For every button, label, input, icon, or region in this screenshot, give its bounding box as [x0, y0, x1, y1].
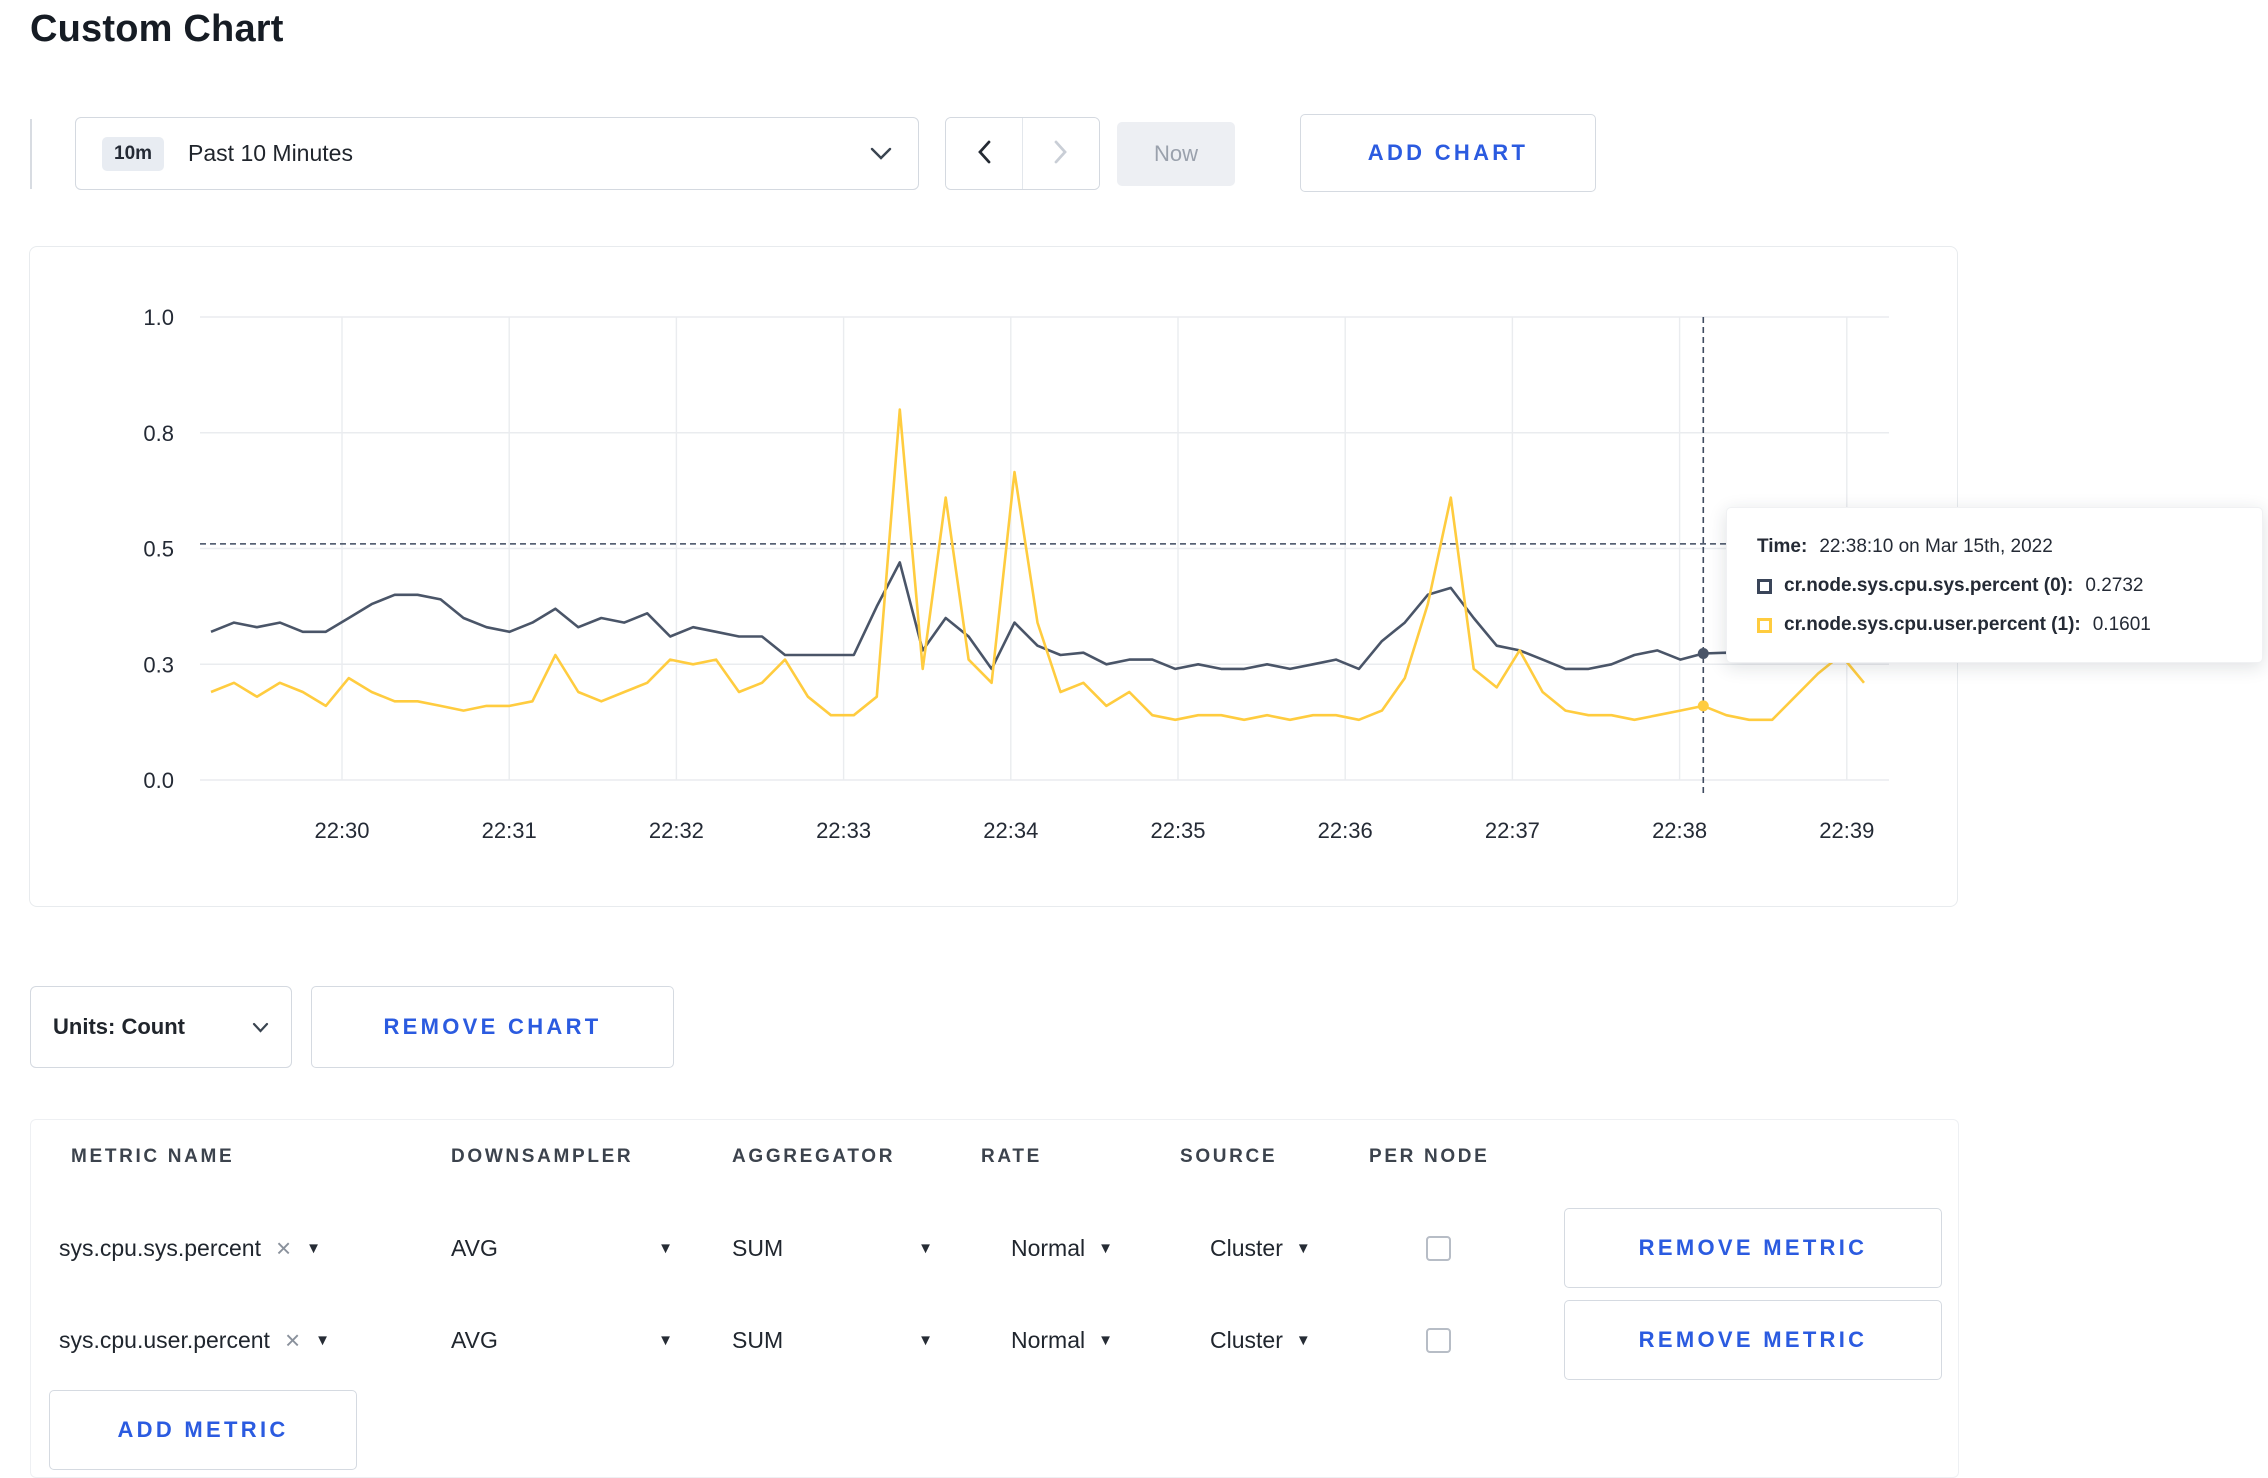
metric-name-label: sys.cpu.sys.percent [59, 1234, 261, 1261]
svg-text:22:32: 22:32 [649, 818, 704, 843]
per-node-checkbox[interactable] [1426, 1235, 1451, 1261]
chart-panel: 0.0 0.3 0.5 0.8 1.0 22:30 22:31 22:32 22:33 22:34… [29, 246, 1958, 907]
next-time-button[interactable] [1022, 118, 1099, 189]
svg-text:22:35: 22:35 [1150, 818, 1205, 843]
per-node-cell [1426, 1294, 1451, 1386]
caret-down-icon: ▼ [918, 1331, 933, 1349]
source-select[interactable]: Cluster ▼ [1210, 1294, 1311, 1386]
caret-down-icon: ▼ [918, 1239, 933, 1257]
col-header-metric-name: METRIC NAME [71, 1146, 235, 1167]
tooltip-time-value: 22:38:10 on Mar 15th, 2022 [1819, 536, 2053, 557]
remove-metric-button[interactable]: REMOVE METRIC [1564, 1208, 1942, 1288]
per-node-checkbox[interactable] [1426, 1327, 1451, 1353]
svg-text:22:36: 22:36 [1318, 818, 1373, 843]
svg-text:22:30: 22:30 [314, 818, 369, 843]
source-select[interactable]: Cluster ▼ [1210, 1202, 1311, 1294]
chart-tooltip: Time: 22:38:10 on Mar 15th, 2022 cr.node… [1726, 507, 2263, 663]
aggregator-select[interactable]: SUM ▼ [732, 1202, 933, 1294]
caret-down-icon: ▼ [1098, 1331, 1113, 1349]
svg-text:22:34: 22:34 [983, 818, 1038, 843]
aggregator-select[interactable]: SUM ▼ [732, 1294, 933, 1386]
svg-text:22:37: 22:37 [1485, 818, 1540, 843]
svg-text:0.5: 0.5 [143, 537, 174, 562]
col-header-aggregator: AGGREGATOR [732, 1146, 896, 1167]
caret-down-icon: ▼ [1098, 1239, 1113, 1257]
tooltip-sys-value: 0.2732 [2085, 575, 2144, 596]
rate-value: Normal [1011, 1326, 1086, 1353]
metric-name-select[interactable]: sys.cpu.user.percent × ▼ [59, 1294, 330, 1386]
tooltip-user-row: cr.node.sys.cpu.user.percent (1): 0.1601 [1757, 614, 2232, 636]
svg-text:0.0: 0.0 [143, 768, 174, 793]
remove-metric-cell: REMOVE METRIC [1564, 1208, 1942, 1288]
downsampler-select[interactable]: AVG ▼ [451, 1202, 673, 1294]
caret-down-icon: ▼ [658, 1331, 673, 1349]
source-value: Cluster [1210, 1326, 1283, 1353]
time-range-badge: 10m [102, 136, 165, 171]
clear-metric-icon[interactable]: × [276, 1235, 291, 1261]
caret-down-icon: ▼ [306, 1239, 322, 1257]
toolbar-divider [30, 119, 32, 189]
svg-text:0.3: 0.3 [143, 652, 174, 677]
metric-name-label: sys.cpu.user.percent [59, 1326, 270, 1353]
user-series-swatch-icon [1757, 617, 1772, 633]
caret-down-icon: ▼ [1295, 1331, 1311, 1349]
tooltip-sys-row: cr.node.sys.cpu.sys.percent (0): 0.2732 [1757, 575, 2232, 597]
rate-select[interactable]: Normal ▼ [1011, 1294, 1113, 1386]
add-chart-button[interactable]: ADD CHART [1300, 114, 1596, 192]
chevron-down-icon [870, 147, 892, 161]
remove-metric-cell: REMOVE METRIC [1564, 1300, 1942, 1380]
svg-text:0.8: 0.8 [143, 421, 174, 446]
tooltip-sys-name: cr.node.sys.cpu.sys.percent (0): [1784, 575, 2074, 596]
time-range-label: Past 10 Minutes [188, 140, 353, 166]
clear-metric-icon[interactable]: × [285, 1327, 300, 1353]
page-title: Custom Chart [30, 8, 284, 50]
svg-text:22:38: 22:38 [1652, 818, 1707, 843]
caret-down-icon: ▼ [658, 1239, 673, 1257]
col-header-per-node: PER NODE [1369, 1146, 1490, 1167]
tooltip-user-value: 0.1601 [2092, 614, 2151, 635]
col-header-source: SOURCE [1180, 1146, 1278, 1167]
sys-series-swatch-icon [1757, 578, 1772, 594]
source-value: Cluster [1210, 1234, 1283, 1261]
col-header-downsampler: DOWNSAMPLER [451, 1146, 634, 1167]
remove-chart-button[interactable]: REMOVE CHART [311, 986, 674, 1068]
prev-time-button[interactable] [946, 118, 1022, 189]
chevron-down-icon [252, 1022, 269, 1033]
col-header-rate: RATE [981, 1146, 1042, 1167]
units-label: Units: Count [53, 1014, 185, 1039]
aggregator-value: SUM [732, 1234, 784, 1261]
remove-metric-button[interactable]: REMOVE METRIC [1564, 1300, 1942, 1380]
aggregator-value: SUM [732, 1326, 784, 1353]
svg-text:1.0: 1.0 [143, 305, 174, 330]
table-row: sys.cpu.sys.percent × ▼ AVG ▼ SUM ▼ Norm… [31, 1202, 1958, 1294]
caret-down-icon: ▼ [315, 1331, 330, 1349]
chart[interactable]: 0.0 0.3 0.5 0.8 1.0 22:30 22:31 22:32 22:33 22:34… [30, 247, 1959, 908]
caret-down-icon: ▼ [1295, 1239, 1311, 1257]
time-nav-group [945, 117, 1100, 190]
units-select[interactable]: Units: Count [30, 986, 292, 1068]
downsampler-select[interactable]: AVG ▼ [451, 1294, 673, 1386]
downsampler-value: AVG [451, 1326, 498, 1353]
custom-chart-page: Custom Chart 10m Past 10 Minutes Now ADD… [0, 0, 2268, 1478]
time-range-select[interactable]: 10m Past 10 Minutes [75, 117, 919, 190]
table-row: sys.cpu.user.percent × ▼ AVG ▼ SUM ▼ Nor… [31, 1294, 1958, 1386]
add-metric-button[interactable]: ADD METRIC [49, 1390, 357, 1470]
rate-select[interactable]: Normal ▼ [1011, 1202, 1113, 1294]
svg-text:22:39: 22:39 [1819, 818, 1874, 843]
tooltip-user-name: cr.node.sys.cpu.user.percent (1): [1784, 614, 2081, 635]
svg-text:22:31: 22:31 [482, 818, 537, 843]
metric-name-select[interactable]: sys.cpu.sys.percent × ▼ [59, 1202, 321, 1294]
downsampler-value: AVG [451, 1234, 498, 1261]
chevron-left-icon [976, 139, 992, 168]
svg-text:22:33: 22:33 [816, 818, 871, 843]
now-button[interactable]: Now [1117, 122, 1235, 186]
rate-value: Normal [1011, 1234, 1086, 1261]
per-node-cell [1426, 1202, 1451, 1294]
tooltip-time-row: Time: 22:38:10 on Mar 15th, 2022 [1757, 536, 2232, 558]
chevron-right-icon [1053, 139, 1069, 168]
tooltip-time-label: Time: [1757, 536, 1808, 557]
metrics-table: METRIC NAME DOWNSAMPLER AGGREGATOR RATE … [30, 1119, 1959, 1478]
